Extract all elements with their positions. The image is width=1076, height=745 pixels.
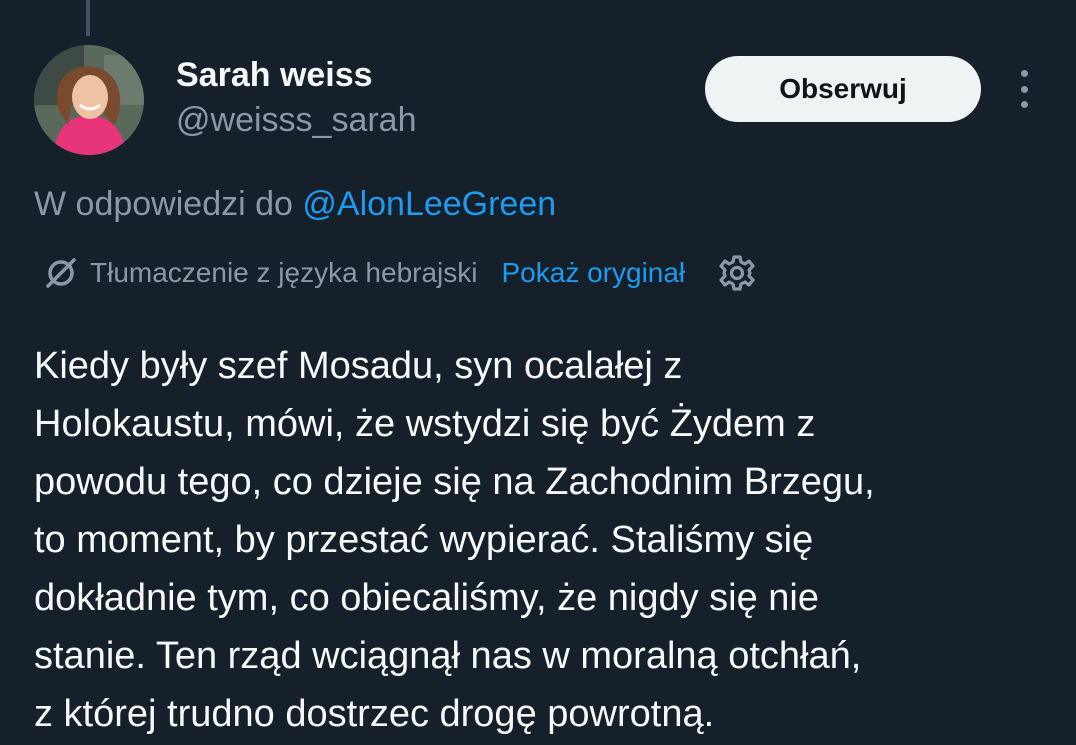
more-vertical-icon[interactable] [1010, 70, 1038, 108]
more-dot [1020, 85, 1028, 93]
thread-connector-line [86, 0, 90, 36]
more-dot [1020, 101, 1028, 108]
translate-icon [46, 258, 76, 288]
tweet-text: Kiedy były szef Mosadu, syn ocalałej z H… [34, 337, 1054, 743]
show-original-link[interactable]: Pokaż oryginał [502, 257, 686, 289]
gear-icon[interactable] [717, 253, 757, 293]
tweet-text-line: to moment, by przestać wypierać. Staliśm… [34, 519, 814, 561]
reply-context: W odpowiedzi do @AlonLeeGreen [34, 185, 556, 224]
translation-label: Tłumaczenie z języka hebrajski [90, 257, 478, 288]
author-handle[interactable]: @weisss_sarah [176, 101, 417, 140]
reply-prefix: W odpowiedzi do [34, 185, 303, 223]
tweet-text-line: powodu tego, co dzieje się na Zachodnim … [34, 461, 875, 503]
follow-button[interactable]: Obserwuj [705, 56, 981, 122]
translation-bar: Tłumaczenie z języka hebrajski Pokaż ory… [44, 252, 757, 294]
tweet-text-line: z której trudno dostrzec drogę powrotną. [34, 693, 715, 735]
tweet-text-line: dokładnie tym, co obiecaliśmy, że nigdy … [34, 577, 820, 619]
tweet-text-line: Kiedy były szef Mosadu, syn ocalałej z [34, 345, 683, 387]
reply-mention-link[interactable]: @AlonLeeGreen [302, 185, 556, 223]
tweet-text-line: stanie. Ten rząd wciągnął nas w moralną … [34, 635, 862, 677]
tweet-text-line: Holokaustu, mówi, że wstydzi się być Żyd… [34, 403, 816, 445]
author-name[interactable]: Sarah weiss [176, 56, 373, 95]
more-dot [1020, 70, 1028, 77]
author-avatar[interactable] [34, 45, 144, 155]
profile-photo [34, 45, 144, 155]
